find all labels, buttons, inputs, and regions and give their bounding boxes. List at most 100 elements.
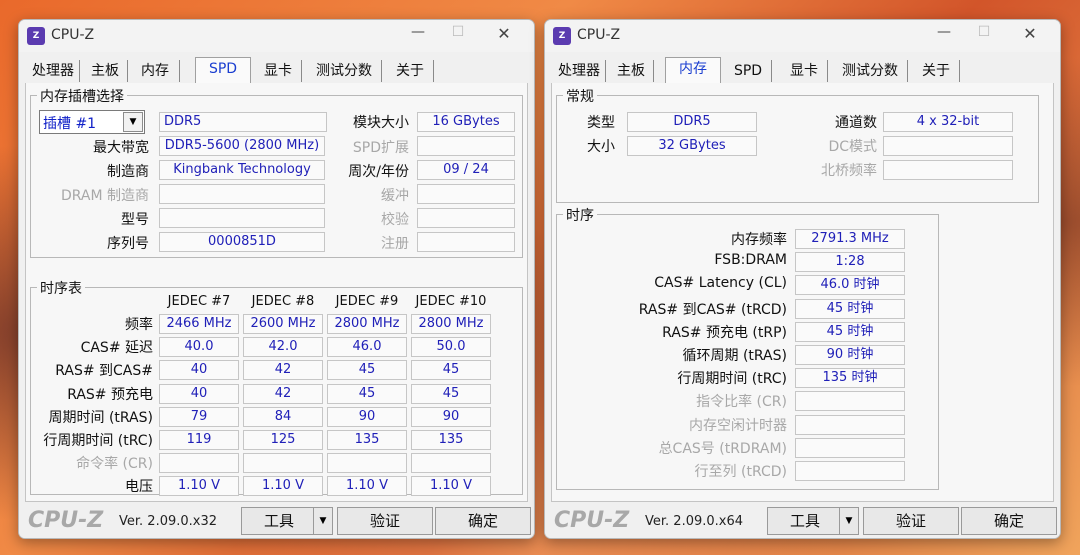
timing-cell: 90 [411, 406, 491, 427]
timing-row-label: 周期时间 (tRAS) [48, 409, 154, 426]
timing-cell: 50.0 [411, 337, 491, 358]
title-bar: Z CPU-Z — ☐ ✕ [545, 20, 1060, 52]
timing-cell: 42 [243, 383, 323, 404]
maximize-icon[interactable]: ☐ [443, 24, 473, 40]
timing-cell: 45 [327, 360, 407, 381]
tab-spd[interactable]: SPD [195, 57, 251, 85]
manufacturer-field: Kingbank Technology [159, 160, 325, 180]
tools-button[interactable]: 工具 [241, 507, 317, 535]
version-label: Ver. 2.09.0.x32 [119, 514, 218, 529]
timing-cell: 135 [327, 430, 407, 450]
timing-cell: 42 [243, 360, 323, 381]
timing-cell: 40 [159, 383, 239, 404]
close-icon[interactable]: ✕ [489, 24, 519, 43]
timing-cell: 2600 MHz [243, 314, 323, 334]
timing-value: 45 时钟 [795, 298, 905, 319]
tab-cpu[interactable]: 处理器 [27, 60, 80, 82]
close-icon[interactable]: ✕ [1015, 24, 1045, 43]
timings-group-title: 时序 [563, 205, 597, 225]
tab-memory[interactable]: 内存 [131, 60, 180, 82]
cpuz-app-icon: Z [27, 27, 45, 45]
slot-group: 内存插槽选择 插槽 #1 ▼ DDR5 模块大小 16 GBytes 最大带宽 … [30, 86, 523, 258]
chevron-down-icon[interactable]: ▼ [123, 112, 143, 132]
cpuz-logo: CPU-Z [28, 508, 104, 533]
timing-row-label: 频率 [125, 317, 153, 333]
validate-button[interactable]: 验证 [337, 507, 433, 535]
part-number-label: 型号 [121, 212, 149, 228]
timing-label: FSB:DRAM [714, 252, 787, 269]
window-title: CPU-Z [51, 27, 95, 43]
timing-cell: 119 [159, 430, 239, 450]
module-size-label: 模块大小 [353, 115, 409, 131]
tab-spd[interactable]: SPD [725, 60, 772, 82]
minimize-icon[interactable]: — [403, 24, 433, 40]
ok-button[interactable]: 确定 [961, 507, 1057, 535]
timing-row-label: RAS# 到CAS# [55, 363, 153, 380]
timing-cell [411, 453, 491, 474]
tab-graphics[interactable]: 显卡 [255, 60, 302, 82]
tab-cpu[interactable]: 处理器 [553, 60, 606, 82]
timing-cell: 1.10 V [243, 476, 323, 497]
tab-bench[interactable]: 测试分数 [833, 60, 908, 82]
registered-label: 注册 [381, 236, 409, 252]
timing-row-label: 命令率 (CR) [76, 456, 153, 473]
timing-value: 1:28 [795, 252, 905, 273]
chevron-down-icon[interactable]: ▼ [313, 507, 333, 535]
tab-bar: 处理器 主板 内存 SPD 显卡 测试分数 关于 [551, 57, 1054, 85]
timing-cell: 42.0 [243, 337, 323, 358]
week-year-field: 09 / 24 [417, 160, 515, 180]
maximize-icon[interactable]: ☐ [969, 24, 999, 40]
size-field: 32 GBytes [627, 136, 757, 156]
checksum-field [417, 208, 515, 228]
minimize-icon[interactable]: — [929, 24, 959, 40]
timings-group: 时序 内存频率 2791.3 MHz FSB:DRAM 1:28 CAS# Latenc… [556, 205, 939, 490]
timing-cell: 2800 MHz [411, 314, 491, 334]
chevron-down-icon[interactable]: ▼ [839, 507, 859, 535]
timing-table-title: 时序表 [37, 278, 85, 298]
tab-mainboard[interactable]: 主板 [609, 60, 654, 82]
timing-cell: 45 [327, 383, 407, 404]
ok-button[interactable]: 确定 [435, 507, 531, 535]
timing-label: CAS# Latency (CL) [654, 275, 787, 292]
tab-mainboard[interactable]: 主板 [83, 60, 128, 82]
timing-cell: 135 [411, 430, 491, 450]
timing-row-label: RAS# 预充电 [67, 386, 153, 403]
cpuz-window-spd: Z CPU-Z — ☐ ✕ 处理器 主板 内存 SPD 显卡 测试分数 关于 内… [18, 19, 535, 539]
timing-value: 90 时钟 [795, 345, 905, 365]
general-group: 常规 类型 DDR5 通道数 4 x 32-bit 大小 32 GBytes D… [556, 86, 1039, 203]
serial-field: 0000851D [159, 232, 325, 252]
tab-graphics[interactable]: 显卡 [781, 60, 828, 82]
tools-button[interactable]: 工具 [767, 507, 843, 535]
column-header: JEDEC #7 [167, 294, 231, 309]
timing-value: 45 时钟 [795, 321, 905, 342]
registered-field [417, 232, 515, 252]
title-bar: Z CPU-Z — ☐ ✕ [19, 20, 534, 52]
timing-cell: 45 [411, 360, 491, 381]
timing-value: 2791.3 MHz [795, 229, 905, 249]
timing-label: 行至列 (tRCD) [694, 464, 787, 480]
tab-about[interactable]: 关于 [913, 60, 960, 82]
validate-button[interactable]: 验证 [863, 507, 959, 535]
tab-about[interactable]: 关于 [387, 60, 434, 82]
slot-select[interactable]: 插槽 #1 ▼ [39, 110, 145, 134]
buffer-field [417, 184, 515, 204]
checksum-label: 校验 [381, 212, 409, 228]
slot-group-title: 内存插槽选择 [37, 86, 127, 106]
type-label: 类型 [587, 115, 615, 131]
timing-cell: 2466 MHz [159, 314, 239, 334]
timing-cell: 1.10 V [411, 476, 491, 497]
tab-memory[interactable]: 内存 [665, 57, 721, 85]
dram-mfr-label: DRAM 制造商 [60, 188, 149, 204]
memory-panel: 常规 类型 DDR5 通道数 4 x 32-bit 大小 32 GBytes D… [551, 83, 1054, 502]
slot-select-value: 插槽 #1 [43, 116, 97, 132]
tab-bench[interactable]: 测试分数 [307, 60, 382, 82]
spd-ext-label: SPD扩展 [352, 140, 409, 156]
timing-label: 内存空闲计时器 [689, 417, 787, 434]
timing-cell: 125 [243, 430, 323, 450]
type-field: DDR5 [627, 112, 757, 132]
dc-mode-field [883, 136, 1013, 156]
serial-label: 序列号 [107, 236, 149, 252]
max-bandwidth-field: DDR5-5600 (2800 MHz) [159, 136, 325, 156]
timing-cell: 2800 MHz [327, 314, 407, 334]
timing-cell: 40 [159, 360, 239, 381]
